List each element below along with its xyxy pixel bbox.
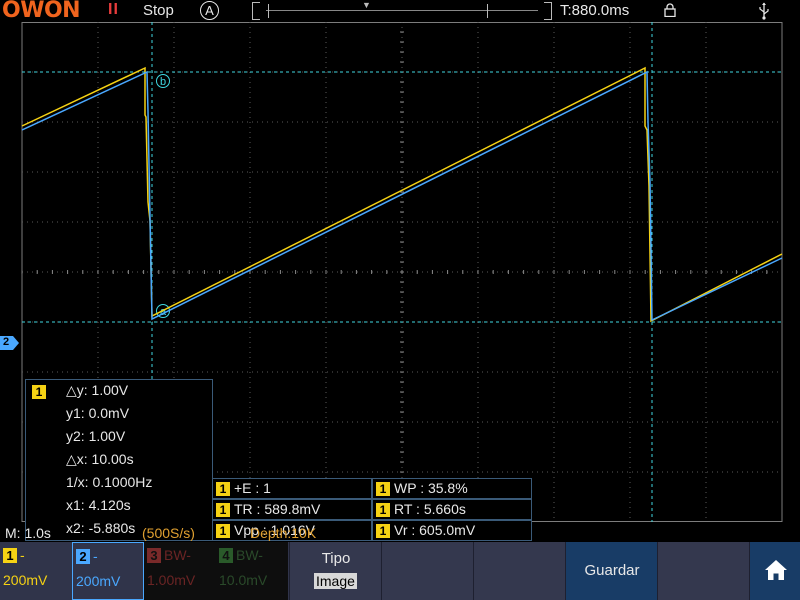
- usb-icon: [759, 2, 769, 20]
- ch4-scale: 10.0mV: [219, 572, 268, 588]
- ch3-scale: 1.00mV: [147, 572, 196, 588]
- top-bar: OWON II Stop A ▼ T:880.0ms: [0, 0, 800, 23]
- measurement-channel: 1: [376, 503, 390, 517]
- ch4-status-box[interactable]: 4 BW- 10.0mV: [216, 542, 288, 600]
- ch4-coupling: BW-: [236, 547, 263, 563]
- measurement-cell: 1 TR : 589.8mV: [212, 499, 372, 520]
- ch1-status-box[interactable]: 1 - 200mV: [0, 542, 72, 600]
- sample-rate-readout: (500S/s): [142, 525, 195, 541]
- waveforms: [21, 66, 783, 323]
- measurement-cell: 1 +E : 1: [212, 478, 372, 499]
- cursor-b-label: b: [160, 76, 166, 88]
- empty-softkey-5[interactable]: [657, 542, 749, 600]
- empty-softkey-3[interactable]: [473, 542, 565, 600]
- memory-bar-left-bracket: [252, 2, 260, 20]
- home-icon: [765, 560, 787, 580]
- timebase-readout[interactable]: M: 1.0s: [5, 525, 51, 541]
- cursor-source-channel: 1: [32, 385, 46, 399]
- measurement-channel: 1: [376, 482, 390, 496]
- memory-bar-right-bracket: [544, 2, 552, 20]
- measurement-value: TR : 589.8mV: [234, 501, 321, 517]
- waveform-display[interactable]: b a 2 1 △y: 1.00V y1: 0.0mV y2: 1.00V △x…: [0, 22, 800, 541]
- tipo-label: Tipo: [321, 550, 351, 567]
- delta-y-readout: △y: 1.00V: [66, 382, 129, 398]
- ch2-offset-marker[interactable]: 2: [0, 336, 20, 350]
- ch1-scale: 200mV: [3, 572, 48, 588]
- ch2-marker-label: 2: [3, 336, 10, 348]
- memory-depth-readout: Depth:10K: [250, 525, 317, 541]
- measurement-value: WP : 35.8%: [394, 480, 468, 496]
- y1-readout: y1: 0.0mV: [66, 405, 130, 421]
- measurement-value: +E : 1: [234, 480, 271, 496]
- home-button[interactable]: [749, 542, 800, 600]
- guardar-label: Guardar: [584, 562, 640, 579]
- ch3-number: 3: [147, 548, 161, 563]
- ch3-status-box[interactable]: 3 BW- 1.00mV: [144, 542, 216, 600]
- measurement-value: RT : 5.660s: [394, 501, 466, 517]
- ch2-coupling: -: [93, 548, 98, 564]
- ch3-coupling: BW-: [164, 547, 191, 563]
- trigger-mode-icon[interactable]: A: [200, 1, 219, 20]
- tipo-softkey[interactable]: Tipo Image: [289, 542, 381, 600]
- tipo-value: Image: [314, 573, 357, 589]
- ch4-number: 4: [219, 548, 233, 563]
- owon-logo: OWON: [2, 0, 81, 23]
- memory-bar-window: [268, 4, 488, 18]
- measurement-cell: 1 RT : 5.660s: [372, 499, 532, 520]
- guardar-softkey[interactable]: Guardar: [565, 542, 657, 600]
- ch2-status-box[interactable]: 2 - 200mV: [72, 542, 144, 600]
- memory-position-bar: ▼: [252, 0, 552, 20]
- x1-readout: x1: 4.120s: [66, 497, 131, 513]
- ch2-number: 2: [76, 549, 90, 564]
- lock-icon: [664, 3, 676, 17]
- ch1-number: 1: [3, 548, 17, 563]
- status-line: M: 1.0s (500S/s) Depth:10K: [0, 522, 800, 542]
- y2-readout: y2: 1.00V: [66, 428, 126, 444]
- pause-icon[interactable]: II: [108, 1, 119, 19]
- ch1-coupling: -: [20, 547, 25, 563]
- inverse-delta-x-readout: 1/x: 0.1000Hz: [66, 474, 153, 490]
- trigger-position-pointer-icon: ▼: [362, 0, 371, 10]
- empty-softkey-2[interactable]: [381, 542, 473, 600]
- cursor-readout-panel: 1 △y: 1.00V y1: 0.0mV y2: 1.00V △x: 10.0…: [25, 379, 213, 541]
- measurement-channel: 1: [216, 503, 230, 517]
- measurement-cell: 1 WP : 35.8%: [372, 478, 532, 499]
- time-offset-readout: T:880.0ms: [560, 2, 630, 19]
- ch2-scale: 200mV: [76, 573, 121, 589]
- run-state-label: Stop: [143, 2, 174, 19]
- measurement-channel: 1: [216, 482, 230, 496]
- bottom-menu-bar: 1 - 200mV 2 - 200mV 3 BW- 1.00mV 4 BW- 1…: [0, 542, 800, 600]
- delta-x-readout: △x: 10.00s: [66, 451, 134, 467]
